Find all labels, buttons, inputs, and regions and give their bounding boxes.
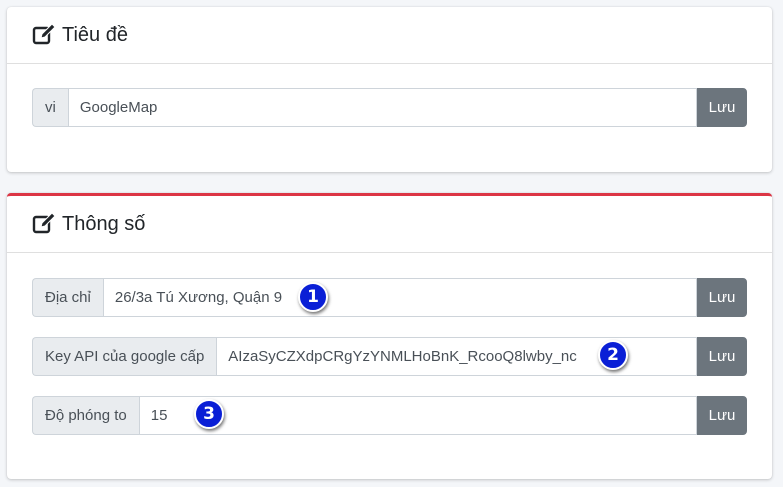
title-card-header: Tiêu đề — [7, 7, 772, 64]
params-card: Thông số Địa chỉ 26/3a Tú Xương, Quận 9 … — [7, 193, 772, 479]
api-key-label: Key API của google cấp — [32, 337, 217, 376]
title-input[interactable]: GoogleMap — [67, 88, 697, 127]
address-save-button[interactable]: Lưu — [697, 278, 747, 317]
annotation-badge-2: 2 — [598, 340, 628, 370]
annotation-badge-1: 1 — [298, 282, 328, 312]
address-input-group: Địa chỉ 26/3a Tú Xương, Quận 9 Lưu — [32, 278, 747, 317]
edit-icon — [32, 24, 56, 45]
title-save-button[interactable]: Lưu — [697, 88, 747, 127]
edit-icon — [32, 213, 56, 234]
api-key-input-group: Key API của google cấp AIzaSyCZXdpCRgYzY… — [32, 337, 747, 376]
address-input[interactable]: 26/3a Tú Xương, Quận 9 — [102, 278, 697, 317]
zoom-save-button[interactable]: Lưu — [697, 396, 747, 435]
zoom-label: Độ phóng to — [32, 396, 139, 435]
title-input-group: vi GoogleMap Lưu — [32, 88, 747, 127]
title-card-title: Tiêu đề — [62, 23, 128, 46]
zoom-input-group: Độ phóng to 15 Lưu — [32, 396, 747, 435]
annotation-badge-3: 3 — [194, 399, 224, 429]
params-card-header: Thông số — [7, 196, 772, 253]
api-key-save-button[interactable]: Lưu — [697, 337, 747, 376]
title-card: Tiêu đề vi GoogleMap Lưu — [7, 7, 772, 172]
address-label: Địa chỉ — [32, 278, 103, 317]
lang-prefix: vi — [32, 88, 68, 127]
params-card-title: Thông số — [62, 212, 146, 235]
